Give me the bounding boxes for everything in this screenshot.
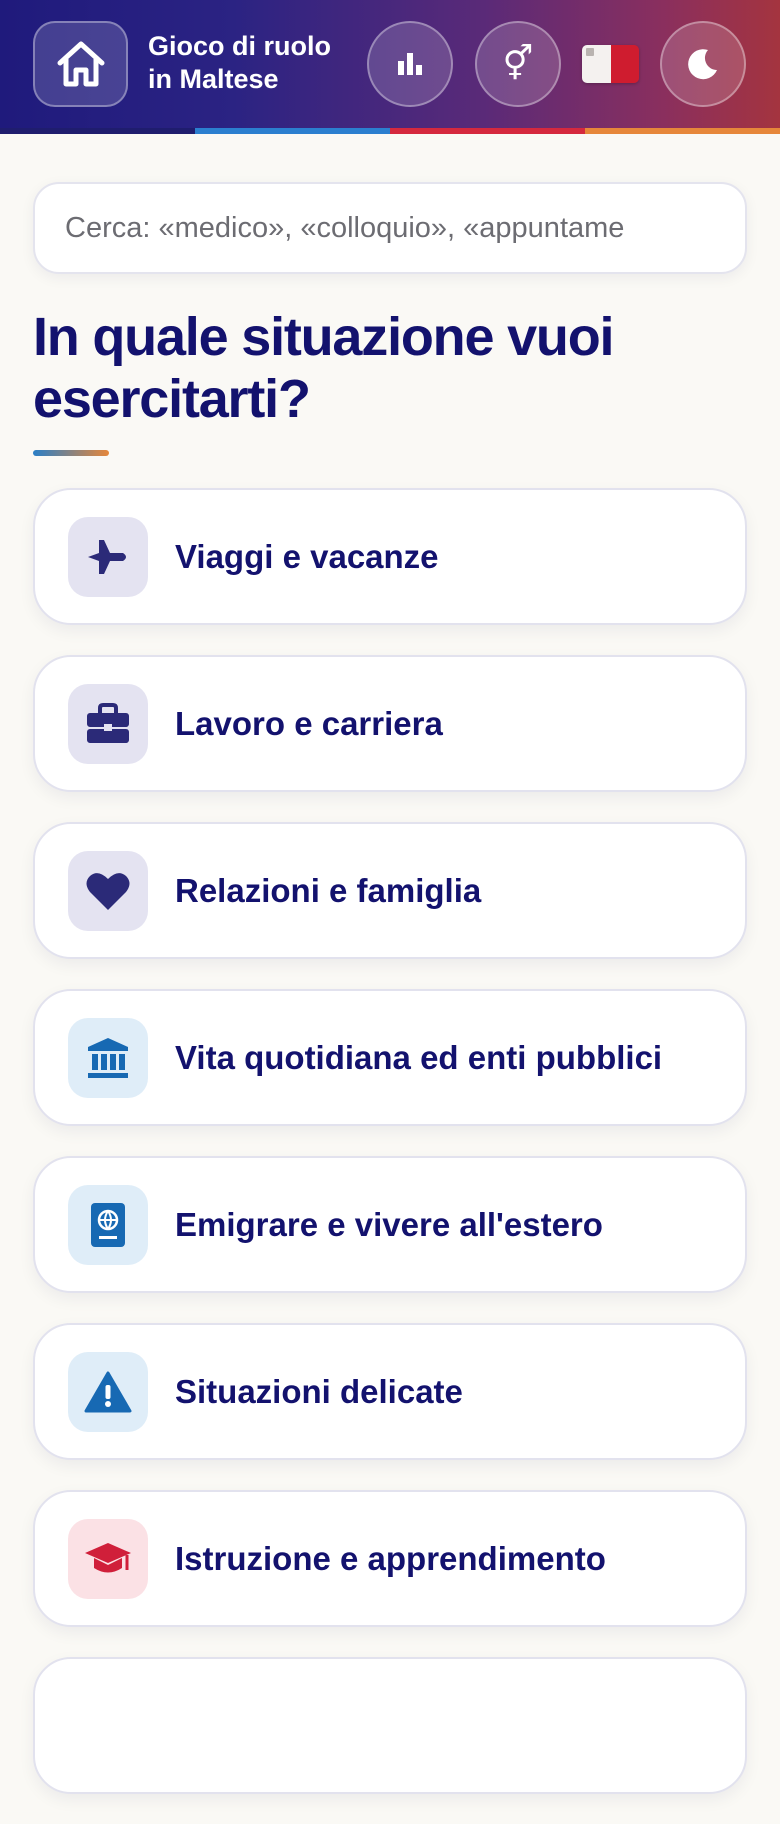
theme-toggle-button[interactable]: [660, 21, 746, 107]
search-input[interactable]: [33, 182, 747, 274]
category-label: Emigrare e vivere all'estero: [175, 1205, 603, 1243]
category-card-relationships[interactable]: Relazioni e famiglia: [33, 822, 747, 959]
app-title-line1: Gioco di ruolo: [148, 31, 331, 61]
app-title-line2: in Maltese: [148, 64, 279, 94]
page-title: In quale situazione vuoi esercitarti?: [33, 307, 614, 429]
graduation-cap-icon: [85, 1542, 131, 1572]
gender-icon: ⚥: [502, 45, 534, 83]
icon-tile: [68, 683, 148, 764]
category-card-delicate[interactable]: Situazioni delicate: [33, 1323, 747, 1460]
app-header: Gioco di ruolo in Maltese ⚥: [0, 0, 780, 128]
stripe-segment: [585, 128, 780, 134]
category-label: Viaggi e vacanze: [175, 537, 439, 575]
app-title: Gioco di ruolo in Maltese: [148, 30, 358, 96]
icon-tile: [68, 1017, 148, 1098]
category-label: Situazioni delicate: [175, 1372, 463, 1410]
icon-tile: [68, 1518, 148, 1599]
header-stripe: [0, 128, 780, 134]
category-card-emigrate[interactable]: Emigrare e vivere all'estero: [33, 1156, 747, 1293]
malta-flag[interactable]: [582, 45, 639, 83]
passport-icon: [91, 1202, 125, 1247]
stripe-segment: [390, 128, 585, 134]
heart-icon: [86, 872, 130, 910]
category-label: Lavoro e carriera: [175, 704, 443, 742]
category-card-education[interactable]: Istruzione e apprendimento: [33, 1490, 747, 1627]
home-icon: [57, 41, 104, 87]
category-card-travel[interactable]: Viaggi e vacanze: [33, 488, 747, 625]
category-label: Relazioni e famiglia: [175, 871, 482, 909]
category-list: Viaggi e vacanze Lavoro e carriera Relaz…: [33, 488, 747, 1824]
moon-icon: [688, 49, 717, 80]
category-label: Istruzione e apprendimento: [175, 1539, 606, 1577]
stats-button[interactable]: [367, 21, 453, 107]
stripe-segment: [195, 128, 390, 134]
category-label: Vita quotidiana ed enti pubblici: [175, 1038, 663, 1076]
category-card-work[interactable]: Lavoro e carriera: [33, 655, 747, 792]
gender-button[interactable]: ⚥: [475, 21, 561, 107]
stripe-segment: [0, 128, 195, 134]
home-button[interactable]: [33, 21, 128, 107]
bar-chart-icon: [398, 53, 422, 75]
icon-tile: [68, 1351, 148, 1432]
category-card-partial[interactable]: [33, 1657, 747, 1794]
icon-tile: [68, 850, 148, 931]
airplane-icon: [88, 539, 126, 574]
warning-icon: [84, 1371, 132, 1412]
briefcase-icon: [87, 702, 129, 743]
icon-tile: [68, 516, 148, 597]
category-card-daily-life[interactable]: Vita quotidiana ed enti pubblici: [33, 989, 747, 1126]
bank-icon: [88, 1037, 128, 1078]
george-cross-icon: [586, 48, 594, 56]
title-underline: [33, 450, 109, 456]
icon-tile: [68, 1184, 148, 1265]
